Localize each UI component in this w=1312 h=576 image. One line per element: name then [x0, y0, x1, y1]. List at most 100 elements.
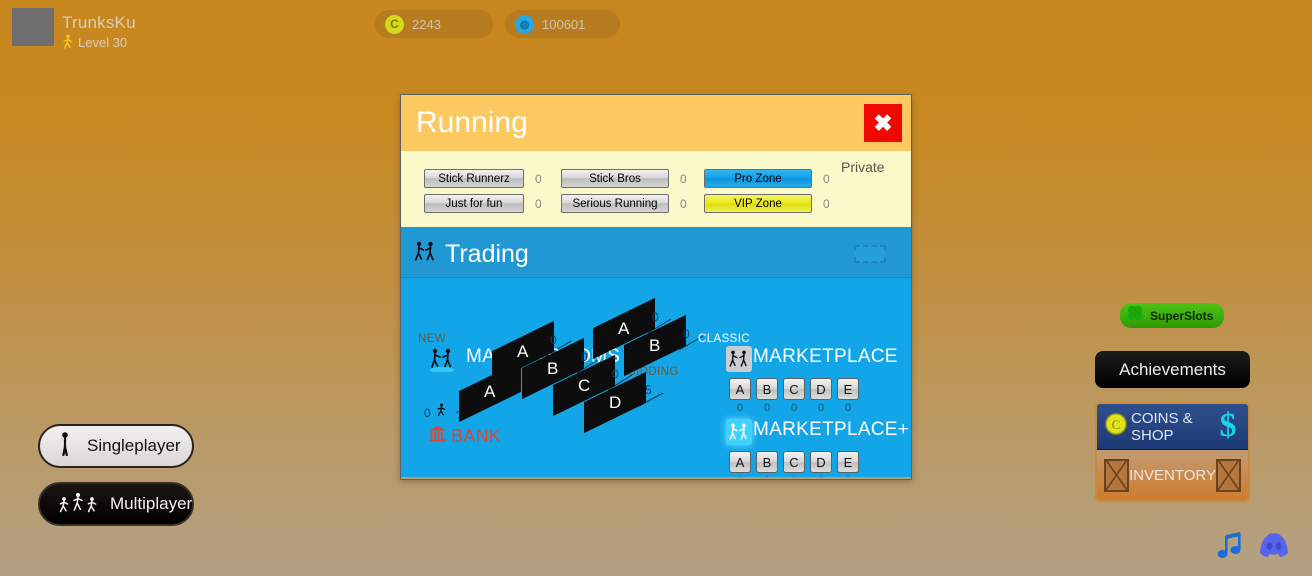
- marketplace-plus-count-d: 0: [810, 475, 832, 477]
- svg-text:C: C: [1112, 417, 1121, 432]
- room-button-stick-bros[interactable]: Stick Bros: [561, 169, 669, 188]
- svg-text:$: $: [1220, 407, 1237, 442]
- marketplace-plus-count-a: 0: [729, 475, 751, 477]
- currency-coins[interactable]: C 2243: [375, 10, 493, 38]
- music-note-icon[interactable]: [1214, 530, 1246, 567]
- marketplace-plus-cell: A 0: [729, 451, 751, 477]
- marketplace-plus-letter-b[interactable]: B: [756, 451, 778, 473]
- bank-icon: [429, 426, 446, 447]
- single-runner-icon: [58, 431, 72, 462]
- gem-icon: ◍: [515, 14, 534, 34]
- runner-icon: [567, 347, 578, 366]
- iso-runner-badge: 0: [536, 330, 557, 349]
- room-count: 0: [823, 196, 830, 211]
- marketplace-letter-b[interactable]: B: [756, 378, 778, 400]
- superslots-label: SuperSlots: [1150, 308, 1214, 323]
- new-tag: NEW: [418, 333, 447, 345]
- marketplace-plus-count-e: 0: [837, 475, 859, 477]
- coins-shop-button[interactable]: C COINS & SHOP $: [1097, 404, 1248, 450]
- room-count: 0: [535, 171, 542, 186]
- marketplace-letter-d[interactable]: D: [810, 378, 832, 400]
- close-icon[interactable]: ✖: [864, 104, 902, 142]
- iso-runner-badge: 5: [629, 380, 652, 399]
- clover-icon: [1126, 304, 1144, 327]
- private-label: Private: [841, 159, 885, 175]
- iso-runner-badge: 0: [669, 324, 690, 343]
- room-entry: Stick Runnerz 0: [424, 169, 542, 188]
- room-entry: Just for fun 0: [424, 194, 542, 213]
- marketplace-cell: E 0: [837, 378, 859, 414]
- inventory-button[interactable]: INVENTORY: [1097, 450, 1248, 500]
- trading-header: Trading: [401, 231, 911, 278]
- iso-runner-badge: 0: [567, 347, 588, 366]
- runner-icon: [598, 364, 609, 383]
- room-button-stick-runnerz[interactable]: Stick Runnerz: [424, 169, 524, 188]
- running-modal: Running ✖ Stick Runnerz 0 Just for fun 0…: [400, 94, 912, 480]
- marketplace-plus-title[interactable]: MARKETPLACE+: [753, 419, 909, 441]
- coin-icon: C: [385, 14, 404, 34]
- marketplace-plus-cell: E 0: [837, 451, 859, 477]
- multiplayer-button[interactable]: Multiplayer: [38, 482, 194, 526]
- marketplace-letter-c[interactable]: C: [783, 378, 805, 400]
- iso-runner-count: 0: [683, 326, 690, 341]
- room-button-serious-running[interactable]: Serious Running: [561, 194, 669, 213]
- room-button-just-for-fun[interactable]: Just for fun: [424, 194, 524, 213]
- marketplace-plus-cell: C 0: [783, 451, 805, 477]
- player-name: TrunksKu: [62, 13, 136, 32]
- room-button-vip-zone[interactable]: VIP Zone: [704, 194, 812, 213]
- achievements-button[interactable]: Achievements: [1095, 351, 1250, 388]
- marketplace-cell: C 0: [783, 378, 805, 414]
- avatar[interactable]: [12, 8, 54, 46]
- marketplace-letter-row: A 0 B 0 C 0 D 0 E 0: [729, 378, 859, 414]
- page-title: Running: [416, 106, 528, 139]
- marketplace-plus-letter-d[interactable]: D: [810, 451, 832, 473]
- marketplace-plus-count-c: 0: [783, 475, 805, 477]
- marketplace-plus-cell: B 0: [756, 451, 778, 477]
- player-level: Level 30: [62, 34, 127, 51]
- marketplace-plus-letter-c[interactable]: C: [783, 451, 805, 473]
- iso-runner-count: 0: [424, 405, 431, 420]
- marketplace-letter-a[interactable]: A: [729, 378, 751, 400]
- marketplace-count-c: 0: [790, 402, 798, 414]
- bank-label: BANK: [429, 426, 501, 447]
- currency-gems[interactable]: ◍ 100601: [505, 10, 620, 38]
- runner-icon: [436, 403, 447, 422]
- crate-icon-right: [1216, 458, 1241, 492]
- marketplace-plus-letter-e[interactable]: E: [837, 451, 859, 473]
- runner-icon: [62, 34, 73, 51]
- marketplace-plus-cell: D 0: [810, 451, 832, 477]
- iso-runner-count: 0: [652, 309, 659, 324]
- room-entry: VIP Zone 0: [704, 194, 830, 213]
- marketplace-plus-icon: [726, 419, 752, 445]
- rooms-column-2: Stick Bros 0 Serious Running 0: [561, 169, 687, 219]
- runner-icon: [638, 307, 649, 326]
- inventory-label: INVENTORY: [1129, 466, 1216, 484]
- singleplayer-button[interactable]: Singleplayer: [38, 424, 194, 468]
- runner-icon: [669, 324, 680, 343]
- marketrooms-icon: [429, 346, 455, 372]
- dashed-rect-icon[interactable]: [854, 245, 886, 263]
- room-button-pro-zone[interactable]: Pro Zone: [704, 169, 812, 188]
- room-count: 0: [823, 171, 830, 186]
- discord-icon[interactable]: [1257, 530, 1291, 565]
- room-entry: Pro Zone 0: [704, 169, 830, 188]
- multiplayer-label: Multiplayer: [110, 494, 193, 513]
- player-level-label: Level 30: [78, 35, 128, 50]
- marketplace-letter-e[interactable]: E: [837, 378, 859, 400]
- superslots-button[interactable]: SuperSlots: [1120, 303, 1224, 328]
- trading-body: NEW MARKETROOMS BIDDING BANK A A B C D A…: [401, 278, 911, 477]
- marketplace-count-a: 0: [736, 402, 744, 414]
- multi-runners-icon: [58, 489, 100, 520]
- two-runners-icon: [414, 240, 436, 269]
- marketplace-title[interactable]: MARKETPLACE: [753, 346, 898, 368]
- room-entry: Serious Running 0: [561, 194, 687, 213]
- runner-icon: [536, 330, 547, 349]
- marketplace-plus-letter-a[interactable]: A: [729, 451, 751, 473]
- marketplace-cell: D 0: [810, 378, 832, 414]
- rooms-column-3: Pro Zone 0 VIP Zone 0: [704, 169, 830, 219]
- marketplace-plus-count-b: 0: [756, 475, 778, 477]
- currency-gems-value: 100601: [542, 16, 586, 32]
- dollar-icon: $: [1215, 406, 1241, 447]
- room-count: 0: [680, 196, 687, 211]
- top-bar: TrunksKu Level 30 C 2243 ◍ 100601: [0, 0, 1312, 50]
